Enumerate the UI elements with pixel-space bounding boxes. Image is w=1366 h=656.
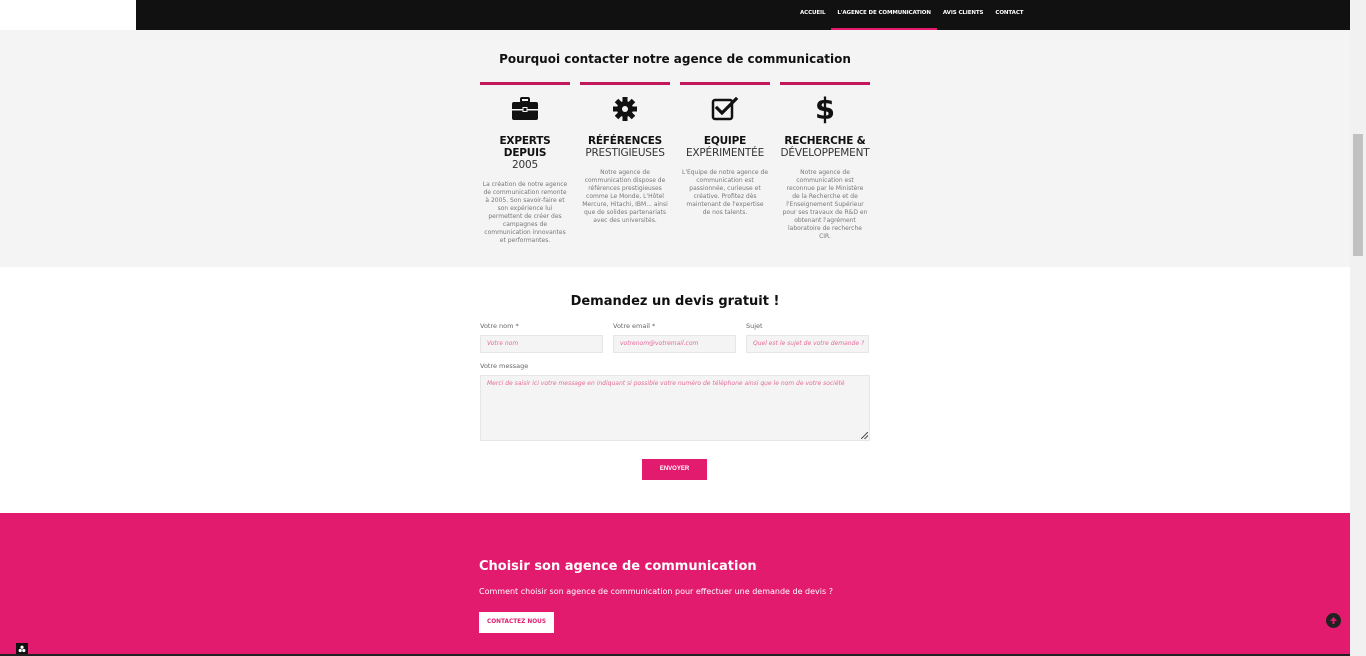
choose-agency-section: Choisir son agence de communication Comm… <box>0 513 1350 656</box>
subject-input[interactable]: Quel est le sujet de votre demande ? <box>746 335 869 353</box>
why-section: Pourquoi contacter notre agence de commu… <box>0 30 1350 267</box>
dollar-icon: $ <box>814 92 836 126</box>
feature-divider <box>680 82 770 85</box>
feature-description: La création de notre agence de communica… <box>482 181 568 244</box>
contact-us-button[interactable]: CONTACTEZ NOUS <box>479 612 554 633</box>
page-scrollbar[interactable] <box>1350 0 1366 656</box>
briefcase-icon <box>480 95 570 123</box>
quote-form-title: Demandez un devis gratuit ! <box>570 294 780 309</box>
feature-title: EQUIPE <box>703 135 747 147</box>
feature-description: Notre agence de communication dispose de… <box>582 169 668 224</box>
subject-label: Sujet <box>746 322 763 330</box>
feature-description: L'Equipe de notre agence de communicatio… <box>682 169 769 216</box>
feature-subtitle: DÉVELOPPEMENT <box>780 147 870 159</box>
nav-item-agence[interactable]: L'AGENCE DE COMMUNICATION <box>831 0 937 30</box>
feature-subtitle: EXPÉRIMENTÉE <box>685 147 765 159</box>
quote-form-section: Demandez un devis gratuit ! Votre nom * … <box>0 267 1350 513</box>
email-input[interactable]: votrenom@votremail.com <box>613 335 736 353</box>
feature-recherche: $ RECHERCHE & DÉVELOPPEMENT Notre agence… <box>780 82 870 241</box>
email-label: Votre email * <box>613 322 656 330</box>
feature-equipe: EQUIPE EXPÉRIMENTÉE L'Equipe de notre ag… <box>680 82 770 217</box>
choose-title: Choisir son agence de communication <box>479 559 757 574</box>
feature-title: RECHERCHE & <box>784 135 866 147</box>
arrow-up-icon <box>1330 617 1337 624</box>
nav-item-contact[interactable]: CONTACT <box>989 0 1029 30</box>
feature-divider <box>480 82 570 85</box>
feature-title: RÉFÉRENCES <box>587 135 663 147</box>
message-textarea[interactable]: Merci de saisir ici votre message en ind… <box>480 375 870 441</box>
why-title: Pourquoi contacter notre agence de commu… <box>499 52 851 66</box>
feature-subtitle: PRESTIGIEUSES <box>585 147 665 159</box>
gear-icon <box>580 95 670 123</box>
submit-button[interactable]: ENVOYER <box>642 459 707 480</box>
name-input[interactable]: Votre nom <box>480 335 603 353</box>
feature-experts: EXPERTS DEPUIS 2005 La création de notre… <box>480 82 570 245</box>
feature-description: Notre agence de communication est reconn… <box>782 169 868 240</box>
scroll-to-top-button[interactable] <box>1326 613 1341 628</box>
feature-references: RÉFÉRENCES PRESTIGIEUSES Notre agence de… <box>580 82 670 225</box>
feature-title: EXPERTS DEPUIS <box>499 135 551 159</box>
resize-handle-icon[interactable] <box>861 432 868 439</box>
choose-subtitle: Comment choisir son agence de communicat… <box>479 587 833 596</box>
name-label: Votre nom * <box>480 322 519 330</box>
logo-area[interactable] <box>0 0 136 30</box>
feature-subtitle: 2005 <box>512 159 538 171</box>
feature-divider <box>780 82 870 85</box>
nav-item-avis-clients[interactable]: AVIS CLIENTS <box>937 0 990 30</box>
scrollbar-thumb[interactable] <box>1353 134 1363 256</box>
message-placeholder: Merci de saisir ici votre message en ind… <box>487 380 845 387</box>
message-label: Votre message <box>480 362 529 370</box>
nav-item-accueil[interactable]: ACCUEIL <box>794 0 831 30</box>
feature-divider <box>580 82 670 85</box>
checkbox-icon <box>680 95 770 123</box>
top-navigation: ACCUEIL L'AGENCE DE COMMUNICATION AVIS C… <box>136 0 1350 30</box>
nav-menu: ACCUEIL L'AGENCE DE COMMUNICATION AVIS C… <box>794 0 1029 30</box>
